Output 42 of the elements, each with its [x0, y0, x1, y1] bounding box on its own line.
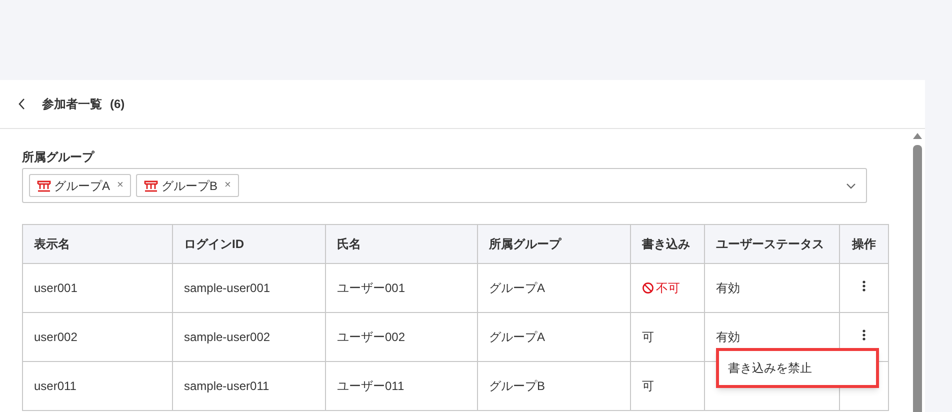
- column-header: 表示名: [22, 224, 172, 264]
- tag-label: グループA: [54, 178, 110, 194]
- more-icon[interactable]: [862, 329, 866, 341]
- table-cell: sample-user001: [172, 264, 326, 312]
- menu-item[interactable]: 書き込みを禁止: [728, 359, 812, 377]
- group-icon: [37, 180, 51, 192]
- group-select[interactable]: グループA × グループB ×: [22, 168, 867, 203]
- table-cell: sample-user011: [172, 362, 326, 410]
- column-header: 所属グループ: [478, 224, 630, 264]
- back-icon[interactable]: [18, 98, 26, 110]
- column-header: 書き込み: [630, 224, 704, 264]
- table-cell: グループB: [478, 362, 630, 410]
- table-cell: user011: [22, 362, 172, 410]
- more-icon[interactable]: [862, 280, 866, 292]
- remove-tag-button[interactable]: ×: [117, 177, 124, 194]
- table-cell: user001: [22, 264, 172, 312]
- field-label: 所属グループ: [22, 150, 96, 164]
- page-title: 参加者一覧: [42, 96, 102, 113]
- participant-count: (6): [110, 96, 125, 113]
- table-cell: グループA: [478, 264, 630, 312]
- column-header: 氏名: [326, 224, 478, 264]
- chevron-down-icon[interactable]: [846, 182, 856, 188]
- table-cell: グループA: [478, 312, 630, 362]
- table-cell: sample-user002: [172, 312, 326, 362]
- status-text: 有効: [716, 330, 740, 344]
- table-cell: ユーザー011: [326, 362, 478, 410]
- status-text: 有効: [716, 281, 740, 295]
- column-header: 操作: [840, 224, 888, 264]
- remove-tag-button[interactable]: ×: [224, 177, 231, 194]
- table-cell: user002: [22, 312, 172, 362]
- write-permission: 可: [642, 378, 655, 395]
- tag-label: グループB: [161, 178, 218, 194]
- write-permission: 不可: [642, 279, 704, 297]
- scrollbar-thumb[interactable]: [913, 145, 922, 412]
- table-cell: ユーザー001: [326, 264, 478, 312]
- scroll-up-icon[interactable]: [913, 133, 922, 139]
- table-cell: ユーザー002: [326, 312, 478, 362]
- group-icon: [144, 180, 158, 192]
- column-header: ユーザーステータス: [704, 224, 840, 264]
- column-header: ログインID: [172, 224, 326, 264]
- write-permission: 可: [642, 329, 655, 346]
- prohibited-icon: [642, 282, 654, 294]
